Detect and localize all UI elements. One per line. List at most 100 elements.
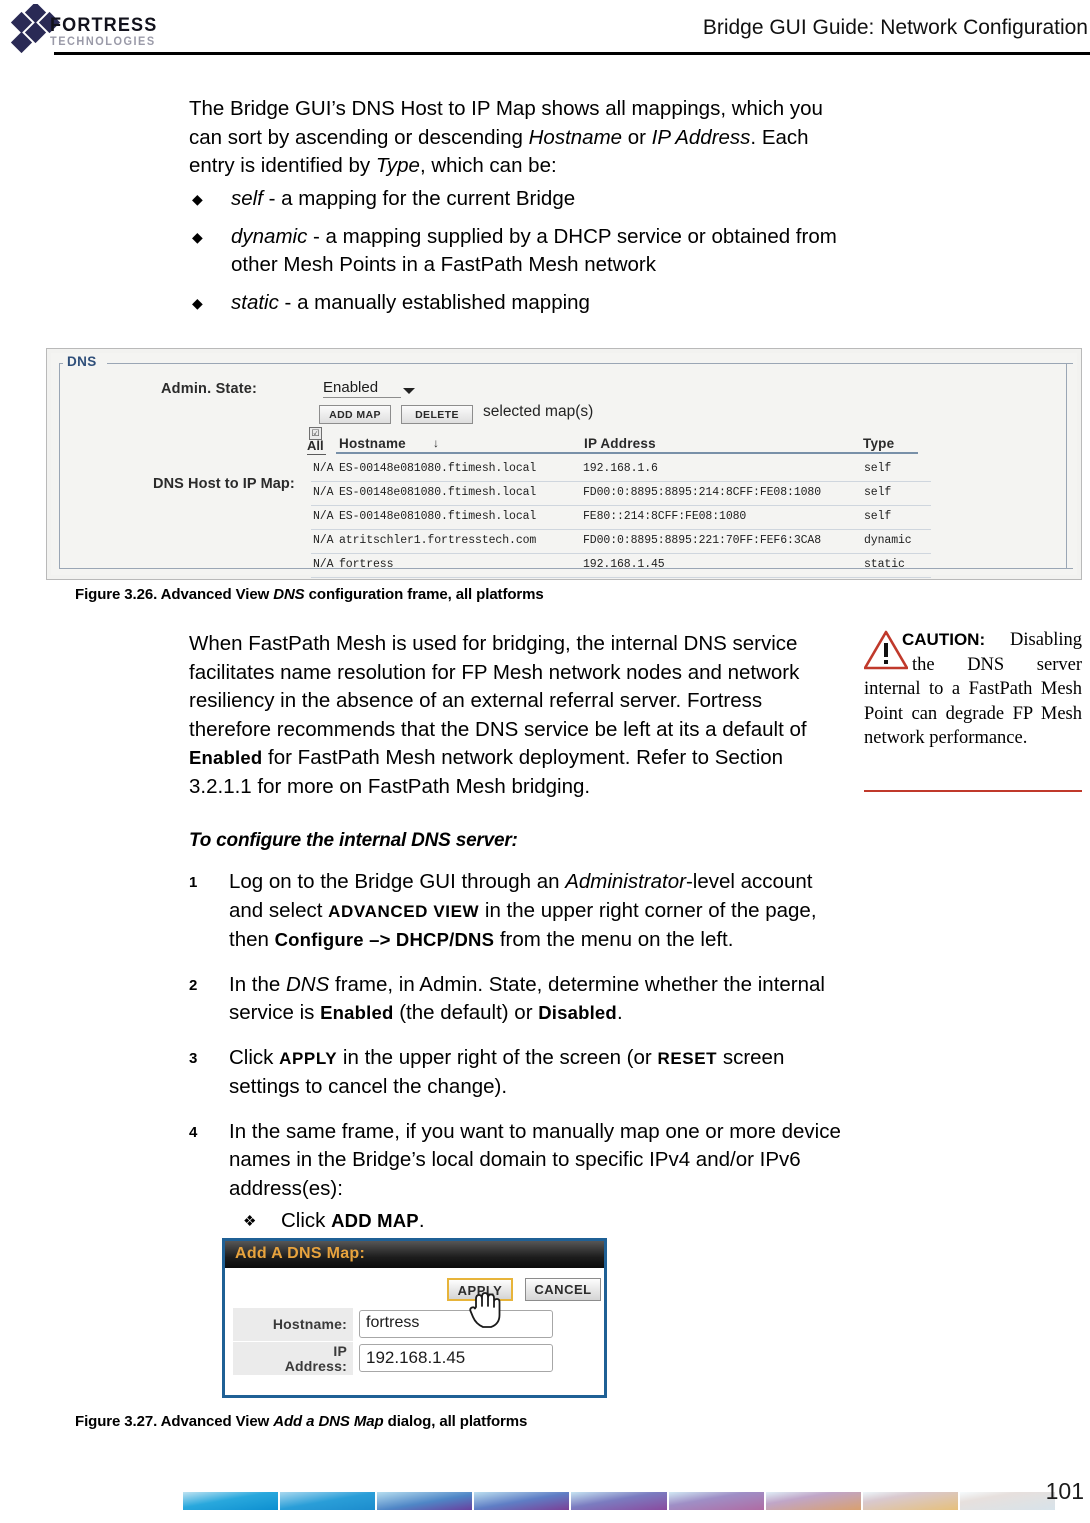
step-number: 4 <box>189 1123 198 1141</box>
footer-bar-segment <box>474 1492 570 1510</box>
row-ip-cell: FD00:0:8895:8895:221:70FF:FEF6:3CA8 <box>583 534 822 547</box>
caution-text-block: CAUTION: Disabling the DNS server intern… <box>864 628 1082 751</box>
table-row[interactable]: N/A atritschler1.fortresstech.com FD00:0… <box>311 530 931 554</box>
figure-caption-326: Figure 3.26. Advanced View DNS configura… <box>75 586 544 603</box>
ip-address-label-line2: Address: <box>284 1357 347 1374</box>
admin-state-label: Admin. State: <box>161 381 258 397</box>
diamond-bullet-icon: ◆ <box>192 191 203 207</box>
step-text: In the same frame, if you want to manual… <box>229 1119 841 1200</box>
footer-bar-segment <box>959 1492 1055 1510</box>
hostname-field-row: Hostname: fortress <box>233 1308 601 1341</box>
row-type-cell: self <box>864 462 892 475</box>
step-item: 3 Click APPLY in the upper right of the … <box>189 1044 849 1102</box>
footer-bar-segment <box>183 1492 279 1510</box>
caution-label: CAUTION: <box>902 630 986 649</box>
chevron-down-icon[interactable] <box>403 388 415 394</box>
hostname-label: Hostname: <box>233 1308 353 1341</box>
row-hostname-cell: atritschler1.fortresstech.com <box>339 534 537 547</box>
table-row[interactable]: N/A ES-00148e081080.ftimesh.local FE80::… <box>311 506 931 530</box>
row-hostname-cell: ES-00148e081080.ftimesh.local <box>339 510 537 523</box>
step-text: In the DNS frame, in Admin. State, deter… <box>229 972 825 1025</box>
row-type-cell: self <box>864 486 892 499</box>
row-select-cell: N/A <box>313 558 334 571</box>
logo-wordmark: FORTRESS TECHNOLOGIES <box>50 16 163 49</box>
select-all-label[interactable]: All <box>307 438 326 455</box>
decorative-footer-bar <box>183 1492 1055 1510</box>
dns-configuration-frame-screenshot: DNS Admin. State: Enabled ADD MAP DELETE… <box>46 348 1082 580</box>
dns-fieldset-legend: DNS <box>63 354 101 369</box>
step-item: 4 In the same frame, if you want to manu… <box>189 1118 849 1236</box>
cancel-button[interactable]: CANCEL <box>525 1278 601 1301</box>
row-ip-cell: FE80::214:8CFF:FE08:1080 <box>583 510 747 523</box>
page-title: Bridge GUI Guide: Network Configuration <box>702 16 1088 39</box>
sort-arrow-icon[interactable]: ↓ <box>433 436 439 450</box>
step-item: 2 In the DNS frame, in Admin. State, det… <box>189 971 849 1028</box>
row-hostname-cell: fortress <box>339 558 394 571</box>
delete-button[interactable]: DELETE <box>401 405 473 424</box>
row-ip-cell: 192.168.1.45 <box>583 558 665 571</box>
type-bullet-list: ◆ self - a mapping for the current Bridg… <box>189 185 839 326</box>
list-item-text: self - a mapping for the current Bridge <box>231 187 576 210</box>
row-select-cell: N/A <box>313 486 334 499</box>
step-number: 1 <box>189 874 198 891</box>
sub-step-text: Click ADD MAP. <box>281 1209 425 1232</box>
selected-maps-label: selected map(s) <box>483 403 594 420</box>
row-type-cell: self <box>864 510 892 523</box>
apply-button[interactable]: APPLY <box>447 1278 513 1301</box>
procedure-steps: 1 Log on to the Bridge GUI through an Ad… <box>189 868 849 1252</box>
list-item: ◆ self - a mapping for the current Bridg… <box>189 185 839 214</box>
diamond-sub-bullet-icon: ❖ <box>243 1213 257 1230</box>
add-map-button[interactable]: ADD MAP <box>319 405 391 424</box>
row-select-cell: N/A <box>313 510 334 523</box>
ip-address-label-line1: IP <box>333 1342 347 1359</box>
row-type-cell: static <box>864 558 905 571</box>
fortress-logo: FORTRESS TECHNOLOGIES <box>8 4 188 54</box>
footer-bar-segment <box>765 1492 861 1510</box>
page-number: 101 <box>1045 1478 1084 1504</box>
diamond-bullet-icon: ◆ <box>192 294 203 311</box>
table-row[interactable]: N/A fortress 192.168.1.45 static <box>311 554 931 578</box>
ip-address-label: IP Address: <box>233 1342 353 1375</box>
fastpath-mesh-paragraph: When FastPath Mesh is used for bridging,… <box>189 632 807 798</box>
page-header: FORTRESS TECHNOLOGIES Bridge GUI Guide: … <box>0 0 1090 56</box>
dns-host-to-ip-map-label: DNS Host to IP Map: <box>153 476 295 492</box>
step-text: Click APPLY in the upper right of the sc… <box>229 1045 785 1099</box>
figure-caption-327: Figure 3.27. Advanced View Add a DNS Map… <box>75 1413 528 1430</box>
ip-address-input[interactable]: 192.168.1.45 <box>359 1344 553 1372</box>
list-item-text: static - a manually established mapping <box>231 290 590 314</box>
step-number: 3 <box>189 1049 198 1067</box>
footer-bar-segment <box>862 1492 958 1510</box>
list-item: ◆ static - a manually established mappin… <box>189 289 839 318</box>
row-select-cell: N/A <box>313 534 334 547</box>
sub-step-item: ❖ Click ADD MAP. <box>229 1207 849 1236</box>
fieldset-border-top-right <box>107 363 1073 364</box>
footer-bar-segment <box>280 1492 376 1510</box>
row-select-cell: N/A <box>313 462 334 475</box>
step-item: 1 Log on to the Bridge GUI through an Ad… <box>189 868 849 955</box>
caution-note: CAUTION: Disabling the DNS server intern… <box>864 628 1082 751</box>
caution-divider <box>864 790 1082 792</box>
fieldset-border-right <box>1066 363 1067 568</box>
table-header-underline <box>336 452 918 454</box>
table-row[interactable]: N/A ES-00148e081080.ftimesh.local 192.16… <box>311 458 931 482</box>
footer-bar-segment <box>571 1492 667 1510</box>
row-hostname-cell: ES-00148e081080.ftimesh.local <box>339 486 537 499</box>
intro-paragraph: The Bridge GUI’s DNS Host to IP Map show… <box>189 97 823 177</box>
admin-state-select[interactable]: Enabled <box>323 379 401 398</box>
table-row[interactable]: N/A ES-00148e081080.ftimesh.local FD00:0… <box>311 482 931 506</box>
hostname-input[interactable]: fortress <box>359 1310 553 1338</box>
row-type-cell: dynamic <box>864 534 912 547</box>
ip-address-field-row: IP Address: 192.168.1.45 <box>233 1342 601 1375</box>
diamond-bullet-icon: ◆ <box>192 228 203 245</box>
dns-map-table: N/A ES-00148e081080.ftimesh.local 192.16… <box>311 458 931 578</box>
column-header-ip-address[interactable]: IP Address <box>584 436 656 451</box>
footer-bar-segment <box>377 1492 473 1510</box>
list-item-text: dynamic - a mapping supplied by a DHCP s… <box>231 224 837 277</box>
row-ip-cell: FD00:0:8895:8895:214:8CFF:FE08:1080 <box>583 486 822 499</box>
dialog-title-bar: Add A DNS Map: <box>225 1238 604 1268</box>
fieldset-border-left <box>59 363 60 568</box>
step-number: 2 <box>189 976 198 994</box>
header-divider <box>54 52 1090 55</box>
column-header-hostname[interactable]: Hostname <box>339 436 406 451</box>
column-header-type[interactable]: Type <box>863 436 894 451</box>
